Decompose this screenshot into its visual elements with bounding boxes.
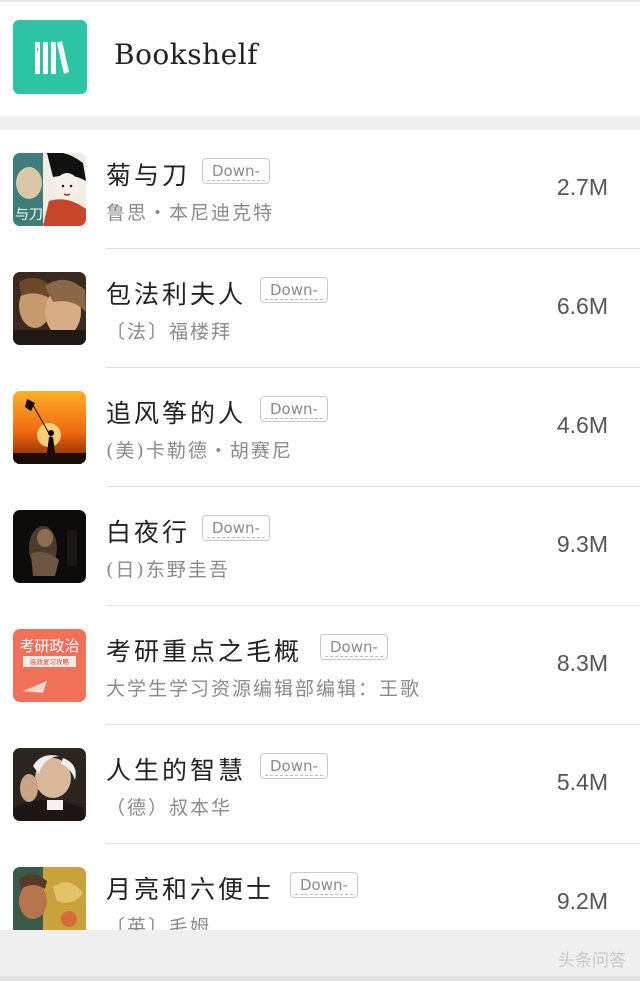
book-author: (日)东野圭吾 — [106, 559, 230, 581]
list-item[interactable]: 人生的智慧 Down- （德）叔本华 5.4M — [0, 725, 640, 844]
file-size: 6.6M — [556, 293, 608, 319]
list-item[interactable]: 追风筝的人 Down- (美)卡勒德・胡赛尼 4.6M — [0, 368, 640, 487]
watermark-text: 头条问答 — [558, 951, 626, 971]
app-header: Bookshelf — [0, 0, 640, 116]
file-size: 9.3M — [556, 531, 608, 557]
file-size: 5.4M — [556, 769, 608, 795]
book-cover — [13, 748, 86, 821]
download-badge[interactable]: Down- — [202, 515, 270, 541]
book-author: 〔英〕毛姆 — [106, 916, 212, 930]
book-title[interactable]: 追风筝的人 — [106, 394, 246, 430]
book-cover — [13, 867, 86, 930]
list-item[interactable]: 白夜行 Down- (日)东野圭吾 9.3M — [0, 487, 640, 606]
bottom-divider — [0, 976, 640, 981]
cover-title-text: 考研政治 — [19, 637, 79, 655]
cover-title-text: 与刀 — [15, 207, 43, 223]
book-cover: 与刀 — [13, 153, 86, 226]
list-item[interactable]: 包法利夫人 Down- 〔法〕福楼拜 6.6M — [0, 249, 640, 368]
book-cover — [13, 391, 86, 464]
file-size: 2.7M — [556, 174, 608, 200]
book-title[interactable]: 菊与刀 — [106, 156, 190, 192]
list-item[interactable]: 月亮和六便士 Down- 〔英〕毛姆 9.2M — [0, 844, 640, 930]
download-badge[interactable]: Down- — [202, 158, 270, 184]
book-author: （德）叔本华 — [106, 797, 233, 819]
book-title[interactable]: 月亮和六便士 — [106, 870, 274, 906]
book-title[interactable]: 白夜行 — [106, 513, 190, 549]
download-badge[interactable]: Down- — [290, 872, 358, 898]
book-author: 〔法〕福楼拜 — [106, 321, 233, 343]
book-list: 与刀 菊与刀 Down- 鲁思・本尼迪克特 2.7M 包法利夫人 Down- 〔… — [0, 130, 640, 930]
page-title: Bookshelf — [114, 38, 259, 71]
book-cover: 考研政治 高效复习攻略 — [13, 629, 86, 702]
list-item[interactable]: 考研政治 高效复习攻略 考研重点之毛概 Down- 大学生学习资源编辑部编辑：王… — [0, 606, 640, 725]
book-title[interactable]: 人生的智慧 — [106, 751, 246, 787]
book-cover — [13, 272, 86, 345]
book-author: (美)卡勒德・胡赛尼 — [106, 440, 293, 462]
bookshelf-icon[interactable] — [13, 20, 87, 94]
book-author: 鲁思・本尼迪克特 — [106, 202, 275, 224]
download-badge[interactable]: Down- — [260, 753, 328, 779]
download-badge[interactable]: Down- — [320, 634, 388, 660]
book-cover — [13, 510, 86, 583]
book-title[interactable]: 包法利夫人 — [106, 275, 246, 311]
book-title[interactable]: 考研重点之毛概 — [106, 632, 302, 668]
book-author: 大学生学习资源编辑部编辑：王歌 — [106, 678, 422, 700]
cover-subtitle-text: 高效复习攻略 — [30, 657, 70, 666]
download-badge[interactable]: Down- — [260, 277, 328, 303]
download-badge[interactable]: Down- — [260, 396, 328, 422]
file-size: 4.6M — [556, 412, 608, 438]
list-item[interactable]: 与刀 菊与刀 Down- 鲁思・本尼迪克特 2.7M — [0, 130, 640, 249]
file-size: 9.2M — [556, 888, 608, 914]
file-size: 8.3M — [556, 650, 608, 676]
bottom-band — [0, 930, 640, 981]
